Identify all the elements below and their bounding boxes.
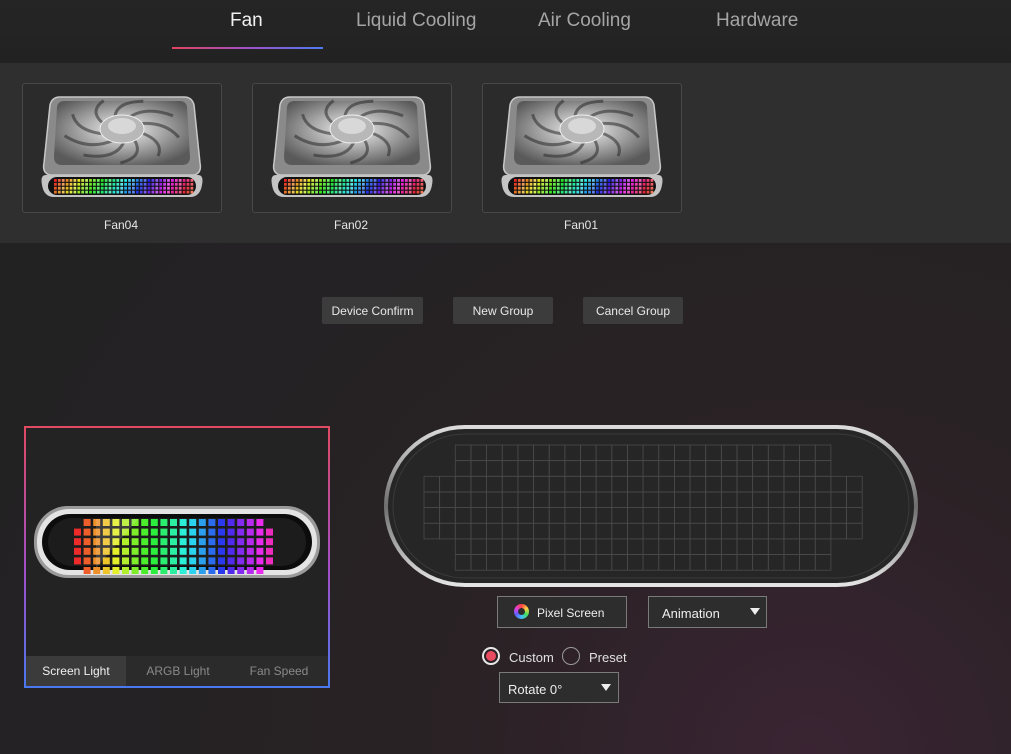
fan-label: Fan01 — [563, 218, 599, 232]
preview-subtabs: Screen Light ARGB Light Fan Speed — [26, 656, 328, 686]
custom-radio-label[interactable]: Custom — [509, 650, 554, 665]
subtab-argb-light[interactable]: ARGB Light — [126, 656, 230, 686]
preview-panel: Screen Light ARGB Light Fan Speed — [24, 426, 330, 688]
chevron-down-icon — [750, 608, 760, 615]
preset-radio-label[interactable]: Preset — [589, 650, 627, 665]
fan-image — [501, 96, 663, 197]
mode-select-value: Animation — [662, 606, 720, 621]
fan-label: Fan04 — [103, 218, 139, 232]
fan-card-fan01[interactable] — [482, 83, 682, 213]
fan-label: Fan02 — [333, 218, 369, 232]
device-confirm-button[interactable]: Device Confirm — [322, 297, 423, 324]
active-tab-indicator — [172, 47, 323, 49]
color-wheel-icon — [514, 604, 529, 619]
rotate-select-value: Rotate 0° — [508, 682, 563, 697]
subtab-screen-light[interactable]: Screen Light — [26, 656, 126, 686]
tab-liquid-cooling[interactable]: Liquid Cooling — [356, 10, 476, 32]
fan-image — [271, 96, 433, 197]
cancel-group-button[interactable]: Cancel Group — [583, 297, 683, 324]
new-group-button[interactable]: New Group — [453, 297, 553, 324]
fan-device-list: Fan04 Fan02 Fan01 — [0, 63, 1011, 243]
pixel-screen-label: Pixel Screen — [537, 606, 605, 620]
preset-radio[interactable] — [562, 647, 580, 665]
fan-card-fan02[interactable] — [252, 83, 452, 213]
tab-air-cooling[interactable]: Air Cooling — [538, 10, 631, 32]
screen-preview-image — [34, 506, 320, 578]
tab-hardware[interactable]: Hardware — [716, 10, 798, 32]
subtab-fan-speed[interactable]: Fan Speed — [230, 656, 328, 686]
fan-card-fan04[interactable] — [22, 83, 222, 213]
chevron-down-icon — [601, 684, 611, 691]
mode-select[interactable]: Animation — [648, 596, 767, 628]
tab-fan[interactable]: Fan — [230, 10, 263, 32]
pixel-editor-grid[interactable] — [383, 424, 919, 588]
custom-radio[interactable] — [482, 647, 500, 665]
fan-image — [41, 96, 203, 197]
rotate-select[interactable]: Rotate 0° — [499, 672, 619, 703]
top-nav: Fan Liquid Cooling Air Cooling Hardware — [0, 0, 1011, 63]
pixel-screen-button[interactable]: Pixel Screen — [497, 596, 627, 628]
